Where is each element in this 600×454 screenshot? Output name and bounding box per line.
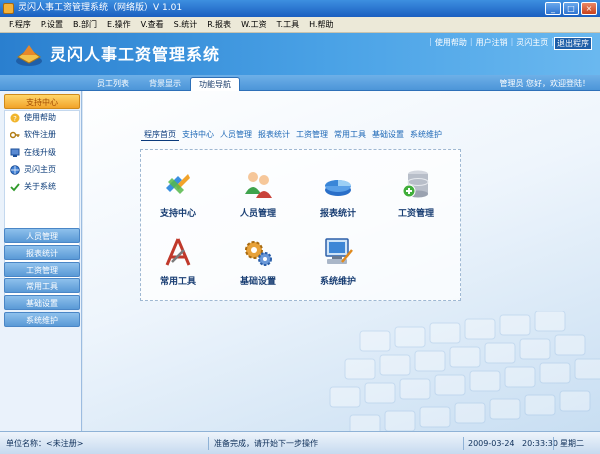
chart-icon <box>325 180 351 196</box>
exit-link[interactable]: 退出程序 <box>554 37 592 50</box>
maximize-button[interactable]: □ <box>563 2 579 15</box>
header-banner: 灵闪人事工资管理系统 | 使用帮助 | 用户注销 | 灵闪主页 | 退出程序 <box>0 33 600 75</box>
sidebar-head-support[interactable]: 支持中心 <box>4 94 80 109</box>
func-basic-settings[interactable]: 基础设置 <box>223 236 293 287</box>
status-date: 2009-03-24 <box>468 439 515 448</box>
support-center-icon <box>166 174 190 194</box>
tools-icon <box>165 238 191 266</box>
nav-support[interactable]: 支持中心 <box>179 129 217 141</box>
func-maintenance[interactable]: 系统维护 <box>303 236 373 287</box>
nav-maintenance[interactable]: 系统维护 <box>407 129 445 141</box>
func-support-center[interactable]: 支持中心 <box>143 168 213 219</box>
logo-icon <box>16 45 42 66</box>
function-navbar: 程序首页 支持中心 人员管理 报表统计 工资管理 常用工具 基础设置 系统维护 <box>141 129 445 141</box>
close-button[interactable]: × <box>581 2 597 15</box>
window-title: 灵闪人事工资管理系统（网络版）V 1.01 <box>18 3 183 13</box>
menu-report[interactable]: R.报表 <box>202 19 236 30</box>
sidebar-head-people[interactable]: 人员管理 <box>4 228 80 243</box>
main-panel: 程序首页 支持中心 人员管理 报表统计 工资管理 常用工具 基础设置 系统维护 … <box>83 91 600 431</box>
func-tools[interactable]: 常用工具 <box>143 236 213 287</box>
sidebar-item-help[interactable]: ? 使用帮助 <box>10 111 56 125</box>
sidebar-item-register[interactable]: 软件注册 <box>10 128 56 142</box>
status-bar: 单位名称：<未注册> 准备完成，请开始下一步操作 2009-03-24 20:3… <box>0 431 600 454</box>
menu-view[interactable]: V.查看 <box>136 19 169 30</box>
maintenance-icon <box>325 238 353 264</box>
nav-tools[interactable]: 常用工具 <box>331 129 369 141</box>
logout-link[interactable]: 用户注销 <box>473 37 511 50</box>
nav-home[interactable]: 程序首页 <box>141 129 179 141</box>
sidebar-item-upgrade[interactable]: 在线升级 <box>10 146 56 160</box>
sidebar-head-maintenance[interactable]: 系统维护 <box>4 312 80 327</box>
app-icon <box>3 3 14 14</box>
tab-employee-list[interactable]: 员工列表 <box>88 77 138 91</box>
help-icon: ? <box>10 113 20 123</box>
status-weekday: 星期二 <box>560 439 584 448</box>
check-icon <box>10 183 20 192</box>
globe-icon <box>10 165 20 175</box>
menu-department[interactable]: B.部门 <box>68 19 102 30</box>
gears-icon <box>245 241 272 266</box>
nav-people[interactable]: 人员管理 <box>217 129 255 141</box>
menu-bar: F.程序 P.设置 B.部门 E.操作 V.查看 S.统计 R.报表 W.工资 … <box>0 17 600 33</box>
sidebar-head-tools[interactable]: 常用工具 <box>4 278 80 293</box>
minimize-button[interactable]: _ <box>545 2 561 15</box>
tab-nav[interactable]: 功能导航 <box>190 77 240 91</box>
nav-reports[interactable]: 报表统计 <box>255 129 293 141</box>
sidebar-item-homepage[interactable]: 灵闪主页 <box>10 163 56 177</box>
sidebar-head-reports[interactable]: 报表统计 <box>4 245 80 260</box>
sidebar-head-basic[interactable]: 基础设置 <box>4 295 80 310</box>
app-title: 灵闪人事工资管理系统 <box>50 45 221 64</box>
key-icon <box>10 131 20 139</box>
title-bar: 灵闪人事工资管理系统（网络版）V 1.01 _ □ × <box>0 0 600 17</box>
tab-background[interactable]: 背景显示 <box>140 77 190 91</box>
sidebar-item-about[interactable]: 关于系统 <box>10 180 56 194</box>
sidebar: 支持中心 ? 使用帮助 软件注册 在线升级 灵闪主页 关于系统 人员管理 报表统… <box>0 91 82 431</box>
sidebar-head-salary[interactable]: 工资管理 <box>4 262 80 277</box>
status-unit: 单位名称：<未注册> <box>6 439 84 448</box>
menu-operation[interactable]: E.操作 <box>102 19 136 30</box>
func-salary[interactable]: 工资管理 <box>381 168 451 219</box>
keyboard-background <box>329 311 600 431</box>
upgrade-icon <box>10 148 20 157</box>
help-link[interactable]: 使用帮助 <box>432 37 470 50</box>
nav-basic[interactable]: 基础设置 <box>369 129 407 141</box>
menu-salary[interactable]: W.工资 <box>236 19 272 30</box>
status-message: 准备完成，请开始下一步操作 <box>214 439 318 448</box>
menu-statistics[interactable]: S.统计 <box>169 19 203 30</box>
svg-text:?: ? <box>13 115 17 123</box>
func-reports[interactable]: 报表统计 <box>303 168 373 219</box>
tab-strip: 员工列表 背景显示 功能导航 管理员 您好，欢迎登陆！ <box>0 75 600 91</box>
homepage-link[interactable]: 灵闪主页 <box>513 37 551 50</box>
function-panel: 支持中心 人员管理 报表统计 工资管理 常用工具 基础设置 系统维护 <box>140 149 461 301</box>
nav-salary[interactable]: 工资管理 <box>293 129 331 141</box>
menu-program[interactable]: F.程序 <box>4 19 36 30</box>
func-people[interactable]: 人员管理 <box>223 168 293 219</box>
user-greeting: 管理员 您好，欢迎登陆！ <box>499 79 590 88</box>
menu-help[interactable]: H.帮助 <box>304 19 338 30</box>
menu-settings[interactable]: P.设置 <box>36 19 68 30</box>
menu-tools[interactable]: T.工具 <box>272 19 304 30</box>
database-icon <box>402 170 429 198</box>
people-icon <box>245 172 272 198</box>
